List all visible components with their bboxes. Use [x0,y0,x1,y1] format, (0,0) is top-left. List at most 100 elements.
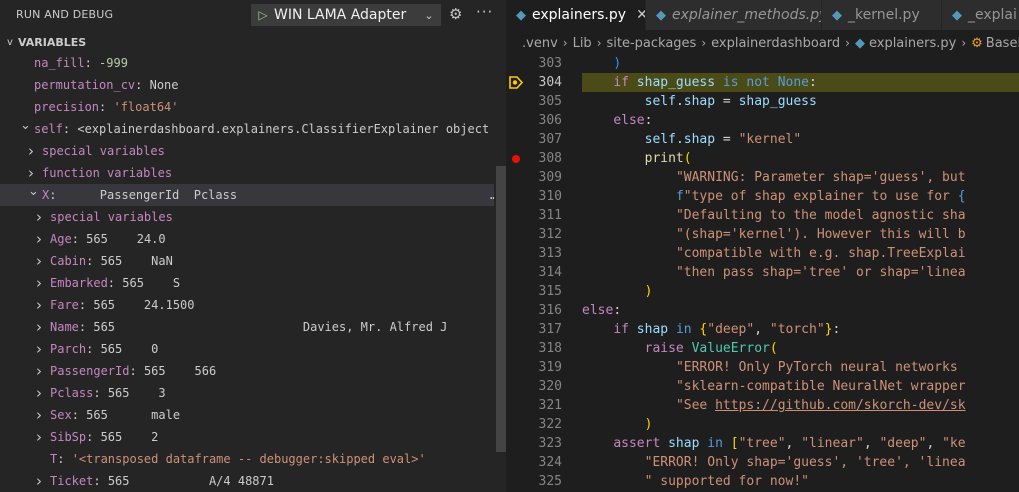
variable-row[interactable]: ⌄ self: <explainerdashboard.explainers.Cl… [0,118,494,140]
code-line[interactable]: 304 if shap_guess is not None: [506,73,1019,92]
chevron-right-icon[interactable]: › [36,294,48,316]
chevron-right-icon[interactable]: › [36,382,48,404]
code-text: "Defaulting to the model agnostic sha [676,206,966,225]
variable-separator: : [93,386,108,400]
variable-row[interactable]: › SibSp: 565 2 [0,426,494,448]
code-line[interactable]: 324 "ERROR! Only shap='guess', 'tree', 'l… [506,453,1019,472]
chevron-right-icon[interactable]: › [36,426,48,448]
breadcrumb-item[interactable]: explainers.py [869,36,956,51]
chevron-right-icon[interactable]: › [36,316,48,338]
variable-row[interactable]: › Fare: 565 24.1500 [0,294,494,316]
code-line[interactable]: 319 "ERROR! Only PyTorch neural networks [506,358,1019,377]
code-line[interactable]: 303) [506,54,1019,73]
chevron-right-icon[interactable]: › [36,404,48,426]
debug-config-select[interactable]: ▷ WIN LAMA Adapter ⌄ [251,4,441,26]
chevron-down-icon[interactable]: ⌄ [28,184,40,203]
breadcrumb-item[interactable]: BaseExplai [986,36,1019,51]
code-line[interactable]: 314 "then pass shap='tree' or shap='linea [506,263,1019,282]
variable-name: SibSp [50,430,87,444]
variable-row[interactable]: › Pclass: 565 3 [0,382,494,404]
breakpoint-icon[interactable] [512,155,520,163]
variable-row[interactable]: ⌄X: PassengerId Pclass… [0,184,494,206]
code-token: ValueError [691,341,770,356]
editor-tab[interactable]: ◆ _explai [942,0,1019,30]
gear-icon[interactable]: ⚙ [449,5,462,23]
chevron-down-icon[interactable]: v [2,37,18,48]
variable-row[interactable]: › Name: 565 Davies, Mr. Alfred J [0,316,494,338]
variable-row[interactable]: permutation_cv: None [0,74,494,96]
breadcrumb-item[interactable]: explainerdashboard [711,36,840,51]
code-token: "kernel" [738,132,802,147]
breadcrumb-item[interactable]: site-packages [607,36,697,51]
chevron-right-icon[interactable]: › [36,206,48,228]
variable-row[interactable]: precision: 'float64' [0,96,494,118]
more-actions-icon[interactable]: ··· [476,3,493,21]
variable-entry: Ticket: 565 A/4 48871 [50,470,274,492]
variable-row[interactable]: T: '<transposed dataframe -- debugger:sk… [0,448,494,470]
variable-row[interactable]: › Age: 565 24.0 [0,228,494,250]
close-icon[interactable]: ✕ [636,7,645,23]
editor-tab[interactable]: ◆ _kernel.py [822,0,942,30]
chevron-right-icon[interactable]: › [36,228,48,250]
code-line[interactable]: 306 else: [506,111,1019,130]
variable-row[interactable]: › special variables [0,140,494,162]
chevron-right-icon[interactable]: › [36,272,48,294]
variables-section-header[interactable]: v VARIABLES [0,32,506,52]
chevron-right-icon[interactable]: › [28,162,40,184]
variable-row[interactable]: na_fill: -999 [0,52,494,74]
chevron-right-icon[interactable]: › [36,338,48,360]
code-line[interactable]: 318 raise ValueError( [506,339,1019,358]
code-line[interactable]: 320 "sklearn-compatible NeuralNet wrapper [506,377,1019,396]
code-line[interactable]: 321 "See https://github.com/skorch-dev/sk [506,396,1019,415]
chevron-right-icon[interactable]: › [36,250,48,272]
breadcrumb-item[interactable]: .venv [522,36,558,51]
variable-row[interactable]: › Cabin: 565 NaN [0,250,494,272]
code-line[interactable]: 312 "(shap='kernel'). However this will b [506,225,1019,244]
editor-tab[interactable]: ◆ explainer_methods.py [646,0,822,30]
variable-entry: special variables [42,140,165,162]
code-token: } [824,322,833,337]
code-text: "WARNING: Parameter shap='guess', but [676,168,966,187]
code-line[interactable]: 317 if shap in {"deep", "torch"}: [506,320,1019,339]
code-line[interactable]: 316 else: [506,301,1019,320]
code-line[interactable]: 311 "Defaulting to the model agnostic sha [506,206,1019,225]
chevron-down-icon[interactable]: ⌄ [418,9,440,22]
code-text: " supported for now!" [645,472,809,491]
variable-row[interactable]: › Parch: 565 0 [0,338,494,360]
code-line[interactable]: 315) [506,282,1019,301]
code-line[interactable]: 323 assert shap in ["tree", "linear", "de… [506,434,1019,453]
variable-row[interactable]: › Embarked: 565 S [0,272,494,294]
line-number: 304 [538,75,562,90]
code-text: "then pass shap='tree' or shap='linea [676,263,966,282]
code-line[interactable]: 325 " supported for now!" [506,472,1019,491]
code-line[interactable]: 313 "compatible with e.g. shap.TreeExplai [506,244,1019,263]
variable-row[interactable]: › Sex: 565 male [0,404,494,426]
breadcrumb-item[interactable]: Lib [573,36,592,51]
chevron-right-icon[interactable]: › [36,470,48,492]
code-token: : [832,322,841,337]
code-token: "deep" [879,436,927,451]
variable-row[interactable]: › Ticket: 565 A/4 48871 [0,470,494,492]
chevron-right-icon[interactable]: › [28,140,40,162]
variable-row[interactable]: › PassengerId: 565 566 [0,360,494,382]
debug-config-name[interactable]: WIN LAMA Adapter [274,7,418,23]
variables-scrollbar[interactable] [496,166,506,452]
start-debugging-play-icon[interactable]: ▷ [252,8,274,22]
code-area[interactable]: 303) 304 if shap_guess is not None: 305 self… [506,54,1019,492]
variable-separator: : [78,298,94,312]
code-line[interactable]: 322) [506,415,1019,434]
code-line[interactable]: 305 self.shap = shap_guess [506,92,1019,111]
editor-tab[interactable]: ◆ explainers.py ✕ [506,0,646,30]
chevron-right-icon[interactable]: › [36,360,48,382]
code-line[interactable]: 307 self.shap = "kernel" [506,130,1019,149]
code-line[interactable]: 310 f"type of shap explainer to use for { [506,187,1019,206]
variable-row[interactable]: › function variables [0,162,494,184]
tab-label: explainers.py [532,7,627,23]
code-line[interactable]: 309 "WARNING: Parameter shap='guess', but [506,168,1019,187]
code-line[interactable]: 308 print( [506,149,1019,168]
chevron-down-icon[interactable]: ⌄ [20,118,32,137]
code-token: is not [722,75,770,90]
variable-row[interactable]: › special variables [0,206,494,228]
